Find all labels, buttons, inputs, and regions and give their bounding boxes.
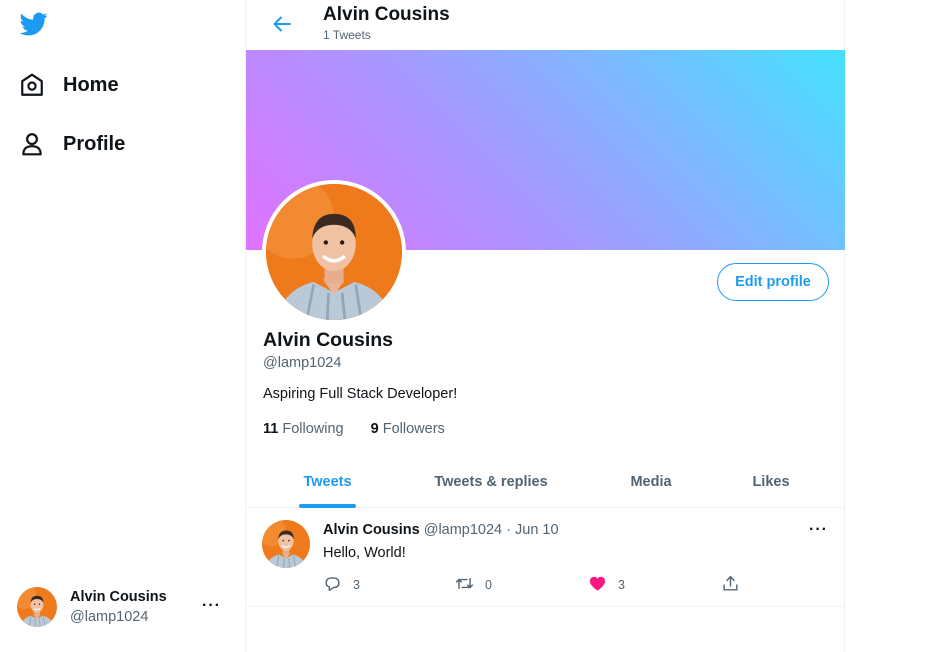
profile-handle: @lamp1024 [263,355,342,371]
tweet-count: 1 Tweets [323,28,371,42]
twitter-bird-icon[interactable] [18,10,50,38]
tweet-avatar[interactable] [262,520,310,568]
reply-count: 3 [353,578,360,592]
tab-replies-label: Tweets & replies [434,474,548,490]
tab-tweets-and-replies[interactable]: Tweets & replies [431,458,551,508]
following-link[interactable]: 11 Following [263,421,344,437]
reply-button[interactable]: 3 [323,574,360,596]
profile-header-bar: Alvin Cousins 1 Tweets [246,0,845,50]
tab-tweets[interactable]: Tweets [299,458,356,508]
tab-likes-label: Likes [752,474,790,490]
followers-count: 9 [370,421,379,437]
account-handle: @lamp1024 [70,609,149,625]
nav-home-label: Home [63,73,119,96]
retweet-button[interactable]: 0 [455,574,492,596]
like-count: 3 [618,578,625,592]
followers-label: Followers [382,421,445,437]
share-icon [721,574,740,596]
tweet-item[interactable]: Alvin Cousins @lamp1024 · Jun 10 ··· Hel… [246,508,845,607]
tweet-text: Hello, World! [323,545,406,561]
profile-column: Alvin Cousins 1 Tweets Edit profile Alvi… [245,0,845,652]
profile-bio: Aspiring Full Stack Developer! [263,386,458,402]
tweet-more-icon[interactable]: ··· [809,521,828,539]
like-button[interactable]: 3 [588,574,625,596]
profile-avatar[interactable] [262,180,406,324]
home-icon [18,71,46,99]
account-switcher[interactable]: Alvin Cousins @lamp1024 ··· [17,586,235,628]
account-name: Alvin Cousins [70,589,167,605]
tab-media-label: Media [630,474,672,490]
tweet-author-name[interactable]: Alvin Cousins [323,522,420,538]
share-button[interactable] [721,574,740,596]
tweet-header: Alvin Cousins @lamp1024 · Jun 10 [323,522,559,538]
nav-profile-label: Profile [63,132,126,155]
edit-profile-button[interactable]: Edit profile [717,263,829,301]
heart-filled-icon [588,574,607,596]
retweet-count: 0 [485,578,492,592]
profile-tabs: Tweets Tweets & replies Media Likes [246,458,845,508]
nav-profile[interactable]: Profile [18,126,125,162]
tweet-meta: @lamp1024 · Jun 10 [423,522,559,538]
nav-home[interactable]: Home [18,67,119,103]
profile-name: Alvin Cousins [263,329,394,351]
tab-tweets-label: Tweets [303,474,352,490]
left-sidebar: Home Profile Alvin Cousins @lamp1024 ··· [0,0,245,652]
followers-link[interactable]: 9 Followers [371,421,445,437]
arrow-left-icon[interactable] [270,12,294,36]
page-title: Alvin Cousins [323,4,450,25]
tab-media[interactable]: Media [626,458,676,508]
following-count: 11 [263,421,279,437]
person-icon [18,130,46,158]
reply-icon [323,574,342,596]
tab-likes[interactable]: Likes [751,458,791,508]
account-avatar [17,587,57,627]
following-label: Following [282,421,344,437]
retweet-icon [455,574,474,596]
more-icon[interactable]: ··· [202,597,221,615]
profile-stats: 11 Following 9 Followers [263,421,472,437]
